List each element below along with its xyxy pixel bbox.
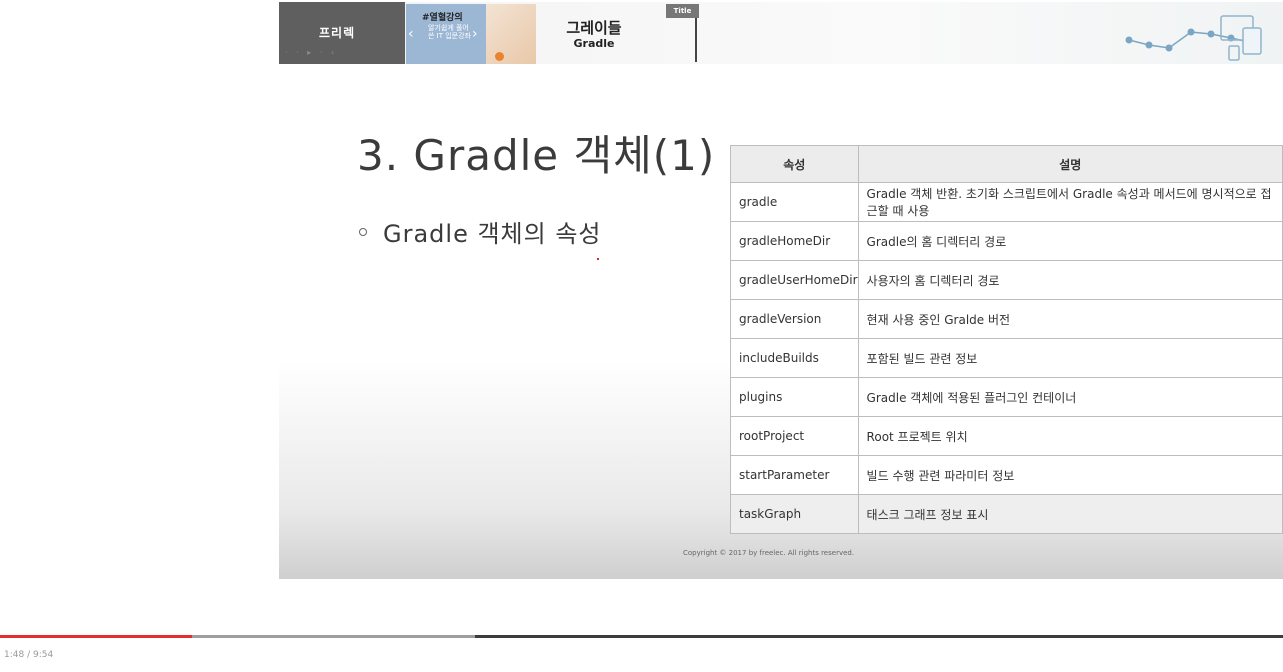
table-header-row: 속성 설명 bbox=[730, 145, 1283, 183]
property-cell: rootProject bbox=[730, 416, 859, 456]
property-cell: plugins bbox=[730, 377, 859, 417]
promo-title: #열혈강의 bbox=[422, 13, 463, 23]
description-cell: 빌드 수행 관련 파라미터 정보 bbox=[857, 455, 1283, 495]
properties-table: 속성 설명 gradle Gradle 객체 반환. 초기화 스크립트에서 Gr… bbox=[730, 145, 1283, 534]
column-header-description: 설명 bbox=[857, 145, 1283, 183]
cursor-dot bbox=[597, 258, 599, 260]
property-cell: gradleUserHomeDir bbox=[730, 260, 859, 300]
copyright-notice: Copyright © 2017 by freelec. All rights … bbox=[683, 549, 855, 557]
course-banner: 프리렉 · · ▸ · ‹ #열혈강의 알기쉽게 풀어쓴 IT 입문강좌 ‹ ›… bbox=[279, 2, 1283, 64]
promo-illustration bbox=[486, 4, 536, 64]
publisher-logo: 프리렉 · · ▸ · ‹ bbox=[279, 2, 405, 64]
time-display: 1:48 / 9:54 bbox=[4, 650, 54, 660]
description-cell: Root 프로젝트 위치 bbox=[857, 416, 1283, 456]
progress-played bbox=[0, 635, 193, 638]
slide-title: 3. Gradle 객체(1) bbox=[357, 131, 716, 180]
table-row: plugins Gradle 객체에 적용된 플러그인 컨테이너 bbox=[730, 377, 1283, 417]
video-frame-slide: 프리렉 · · ▸ · ‹ #열혈강의 알기쉽게 풀어쓴 IT 입문강좌 ‹ ›… bbox=[279, 2, 1283, 579]
column-header-property: 속성 bbox=[730, 145, 859, 183]
chevron-left-icon: ‹ bbox=[408, 26, 414, 42]
property-cell: gradleHomeDir bbox=[730, 221, 859, 261]
bullet-text: Gradle 객체의 속성 bbox=[383, 220, 602, 248]
description-cell: Gradle 객체 반환. 초기화 스크립트에서 Gradle 속성과 메서드에… bbox=[857, 182, 1283, 222]
publisher-name: 프리렉 bbox=[319, 26, 356, 40]
video-progress-bar[interactable] bbox=[0, 635, 1283, 638]
description-cell: 태스크 그래프 정보 표시 bbox=[857, 494, 1283, 534]
property-cell: gradleVersion bbox=[730, 299, 859, 339]
bullet-icon bbox=[359, 228, 367, 236]
table-row: startParameter 빌드 수행 관련 파라미터 정보 bbox=[730, 455, 1283, 495]
table-row: includeBuilds 포함된 빌드 관련 정보 bbox=[730, 338, 1283, 378]
property-cell: startParameter bbox=[730, 455, 859, 495]
course-name-korean: 그레이들 bbox=[566, 19, 622, 37]
publisher-decoration: · · ▸ · ‹ bbox=[285, 48, 338, 57]
description-cell: 포함된 빌드 관련 정보 bbox=[857, 338, 1283, 378]
title-tab: Title bbox=[666, 4, 699, 18]
course-name-english: Gradle bbox=[573, 37, 615, 50]
table-row: taskGraph 태스크 그래프 정보 표시 bbox=[730, 494, 1283, 534]
table-row: gradleUserHomeDir 사용자의 홈 디렉터리 경로 bbox=[730, 260, 1283, 300]
description-cell: Gradle의 홈 디렉터리 경로 bbox=[857, 221, 1283, 261]
table-row: rootProject Root 프로젝트 위치 bbox=[730, 416, 1283, 456]
table-row: gradle Gradle 객체 반환. 초기화 스크립트에서 Gradle 속… bbox=[730, 182, 1283, 222]
property-cell: gradle bbox=[730, 182, 859, 222]
table-row: gradleVersion 현재 사용 중인 Gralde 버전 bbox=[730, 299, 1283, 339]
bullet-point: Gradle 객체의 속성 bbox=[359, 214, 602, 249]
promo-card: #열혈강의 알기쉽게 풀어쓴 IT 입문강좌 ‹ › bbox=[406, 4, 486, 64]
title-divider bbox=[695, 18, 697, 62]
property-cell: includeBuilds bbox=[730, 338, 859, 378]
description-cell: Gradle 객체에 적용된 플러그인 컨테이너 bbox=[857, 377, 1283, 417]
promo-text: 알기쉽게 풀어쓴 IT 입문강좌 bbox=[428, 24, 471, 40]
chevron-right-icon: › bbox=[472, 26, 478, 42]
description-cell: 현재 사용 중인 Gralde 버전 bbox=[857, 299, 1283, 339]
decoration-dot-icon bbox=[495, 52, 504, 61]
network-devices-icon bbox=[1125, 15, 1262, 61]
course-name: 그레이들 Gradle bbox=[549, 19, 639, 51]
description-cell: 사용자의 홈 디렉터리 경로 bbox=[857, 260, 1283, 300]
property-cell: taskGraph bbox=[730, 494, 859, 534]
table-row: gradleHomeDir Gradle의 홈 디렉터리 경로 bbox=[730, 221, 1283, 261]
